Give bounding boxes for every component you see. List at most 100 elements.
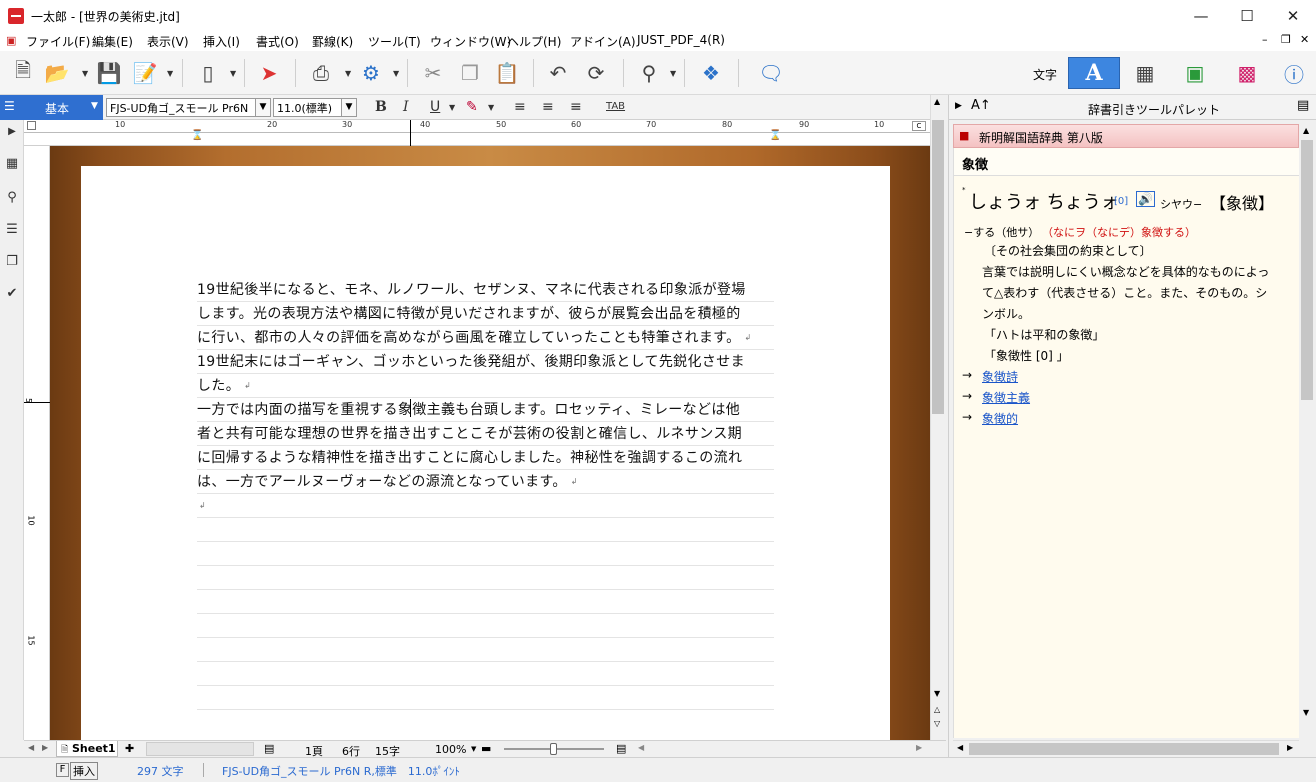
add-sheet-button[interactable]: ✚ [125, 742, 134, 755]
device-preview-icon[interactable]: ▯ [193, 58, 223, 88]
minimize-icon[interactable]: — [1178, 0, 1224, 31]
hscroll-left-icon[interactable]: ◀ [638, 743, 644, 752]
save-dropdown-icon[interactable]: ▼ [167, 69, 173, 78]
pages-icon[interactable]: ❐ [3, 254, 21, 272]
color-dropdown-icon[interactable]: ▼ [488, 103, 494, 112]
settings-dropdown-icon[interactable]: ▼ [393, 69, 399, 78]
find-icon[interactable]: ⚲ [3, 190, 21, 208]
scroll-up-icon[interactable]: ▲ [1303, 126, 1309, 135]
scroll-down-icon[interactable]: ▼ [1303, 708, 1309, 717]
font-select[interactable]: FJS-UD角ゴ_スモール Pr6N ▼ [106, 98, 271, 117]
check-icon[interactable]: ✔ [3, 286, 21, 304]
print-dropdown-icon[interactable]: ▼ [345, 69, 351, 78]
save-icon[interactable]: 💾 [94, 58, 124, 88]
sheet-scroll-area[interactable] [146, 742, 254, 756]
save-as-icon[interactable]: 📝 [130, 58, 160, 88]
italic-icon[interactable]: I [403, 99, 409, 115]
open-folder-icon[interactable]: 📂 [42, 58, 72, 88]
text-line[interactable]: 一方では内面の描写を重視する象徴主義も台頭します。ロセッティ、ミレーなどは他 [197, 398, 774, 422]
palette-hscroll-thumb[interactable] [969, 743, 1279, 755]
help-icon[interactable]: ⓘ [1279, 58, 1309, 88]
text-line[interactable]: に行い、都市の人々の評価を高めながら画風を確立していったことも特筆されます。 ↲ [197, 326, 774, 350]
print-icon[interactable]: ⎙ [306, 58, 336, 88]
print-settings-icon[interactable]: ⚙ [356, 58, 386, 88]
palette-scrollbar[interactable]: ▲ ▼ [1299, 124, 1315, 738]
related-link[interactable]: 象徴的 [982, 410, 1018, 427]
expand-icon[interactable]: ▶ [3, 126, 21, 144]
menu-help[interactable]: ヘルプ(H) [507, 33, 561, 50]
zoom-dropdown-icon[interactable]: ▼ [471, 745, 476, 753]
align-right-icon[interactable]: ≡ [570, 99, 582, 115]
search-dropdown-icon[interactable]: ▼ [670, 69, 676, 78]
scroll-left-icon[interactable]: ◀ [957, 743, 963, 752]
text-line[interactable] [197, 542, 774, 566]
text-size-icon[interactable]: A↑ [971, 98, 991, 113]
left-indent-marker[interactable]: ⌛ [191, 130, 203, 141]
text-line[interactable]: 19世紀末にはゴーギャン、ゴッホといった後発組が、後期印象派として先鋭化させま [197, 350, 774, 374]
scroll-right-icon[interactable]: ▶ [1287, 743, 1293, 752]
text-line[interactable]: 者と共有可能な理想の世界を描き出すことこそが芸術の役割と確信し、ルネサンス期 [197, 422, 774, 446]
close-icon[interactable]: ✕ [1270, 0, 1316, 31]
next-page-icon[interactable]: ▽ [934, 719, 940, 728]
menu-ruledline[interactable]: 罫線(K) [312, 33, 353, 50]
underline-icon[interactable]: U [430, 99, 440, 115]
underline-dropdown-icon[interactable]: ▼ [449, 103, 455, 112]
hscroll-right-icon[interactable]: ▶ [916, 743, 922, 752]
insert-mode-indicator[interactable]: 挿入 [70, 762, 98, 780]
text-line[interactable] [197, 518, 774, 542]
style-select[interactable]: ☰ 基本 ▼ [0, 95, 103, 120]
bold-icon[interactable]: B [375, 99, 387, 115]
text-line[interactable]: 19世紀後半になると、モネ、ルノワール、セザンヌ、マネに代表される印象派が登場 [197, 278, 774, 302]
vertical-ruler[interactable]: 5 10 15 [24, 146, 50, 740]
undo-icon[interactable]: ↶ [543, 58, 573, 88]
open-dropdown-icon[interactable]: ▼ [82, 69, 88, 78]
related-link[interactable]: 象徴主義 [982, 389, 1030, 406]
device-dropdown-icon[interactable]: ▼ [230, 69, 236, 78]
text-mode-icon[interactable]: A [1068, 57, 1120, 89]
new-document-icon[interactable]: 🗎 [8, 58, 38, 88]
sheet-next-icon[interactable]: ▶ [42, 743, 48, 752]
text-line[interactable] [197, 638, 774, 662]
addin-puzzle-icon[interactable]: ❖ [696, 58, 726, 88]
sheet-prev-icon[interactable]: ◀ [28, 743, 34, 752]
shape-mode-icon[interactable]: ▣ [1180, 58, 1210, 88]
thumbnail-icon[interactable]: ▦ [3, 156, 21, 174]
menu-view[interactable]: 表示(V) [147, 33, 189, 50]
text-line[interactable]: します。光の表現方法や構図に特徴が見いだされますが、彼らが展覧会出品を積極的 [197, 302, 774, 326]
align-left-icon[interactable]: ≡ [514, 99, 526, 115]
zoom-value[interactable]: 100% [435, 743, 466, 756]
menu-window[interactable]: ウィンドウ(W) [430, 33, 511, 50]
horizontal-ruler[interactable]: 10 20 30 40 50 60 70 80 90 10 C ⌛ ⌛ [24, 120, 930, 146]
redo-icon[interactable]: ⟳ [581, 58, 611, 88]
text-line[interactable] [197, 614, 774, 638]
jump-compass-icon[interactable]: ➤ [254, 58, 284, 88]
zoom-in-icon[interactable]: ▤ [616, 742, 626, 755]
text-line[interactable]: した。 ↲ [197, 374, 774, 398]
ruler-column-marker[interactable]: C [912, 121, 926, 131]
menu-addin[interactable]: アドイン(A) [570, 33, 636, 50]
document-page[interactable]: 19世紀後半になると、モネ、ルノワール、セザンヌ、マネに代表される印象派が登場 … [81, 166, 890, 746]
scroll-up-icon[interactable]: ▲ [934, 97, 940, 106]
paste-icon[interactable]: 📋 [492, 58, 522, 88]
font-color-icon[interactable]: ✎ [466, 99, 478, 115]
tab-icon[interactable]: TAB [606, 101, 625, 112]
text-line[interactable]: ↲ [197, 494, 774, 518]
menu-format[interactable]: 書式(O) [256, 33, 299, 50]
table-mode-icon[interactable]: ▦ [1130, 58, 1160, 88]
related-link[interactable]: 象徴詩 [982, 368, 1018, 385]
menu-file[interactable]: ファイル(F) [26, 33, 90, 50]
palette-hscrollbar[interactable]: ◀ ▶ [953, 740, 1299, 757]
menu-edit[interactable]: 編集(E) [92, 33, 133, 50]
text-line[interactable] [197, 566, 774, 590]
palette-scroll-thumb[interactable] [1301, 140, 1313, 400]
view-mode-icon[interactable]: ▤ [264, 742, 274, 755]
align-center-icon[interactable]: ≡ [542, 99, 554, 115]
doc-menu-icon[interactable]: ▣ [6, 34, 16, 47]
sheet-tab[interactable]: 🗎 Sheet1 [56, 741, 118, 757]
audio-icon[interactable]: 🔊 [1136, 191, 1155, 207]
copy-icon[interactable]: ❐ [455, 58, 485, 88]
search-icon[interactable]: ⚲ [634, 58, 664, 88]
prev-page-icon[interactable]: △ [934, 705, 940, 714]
layout-mode-icon[interactable]: ▩ [1232, 58, 1262, 88]
text-line[interactable] [197, 710, 774, 734]
